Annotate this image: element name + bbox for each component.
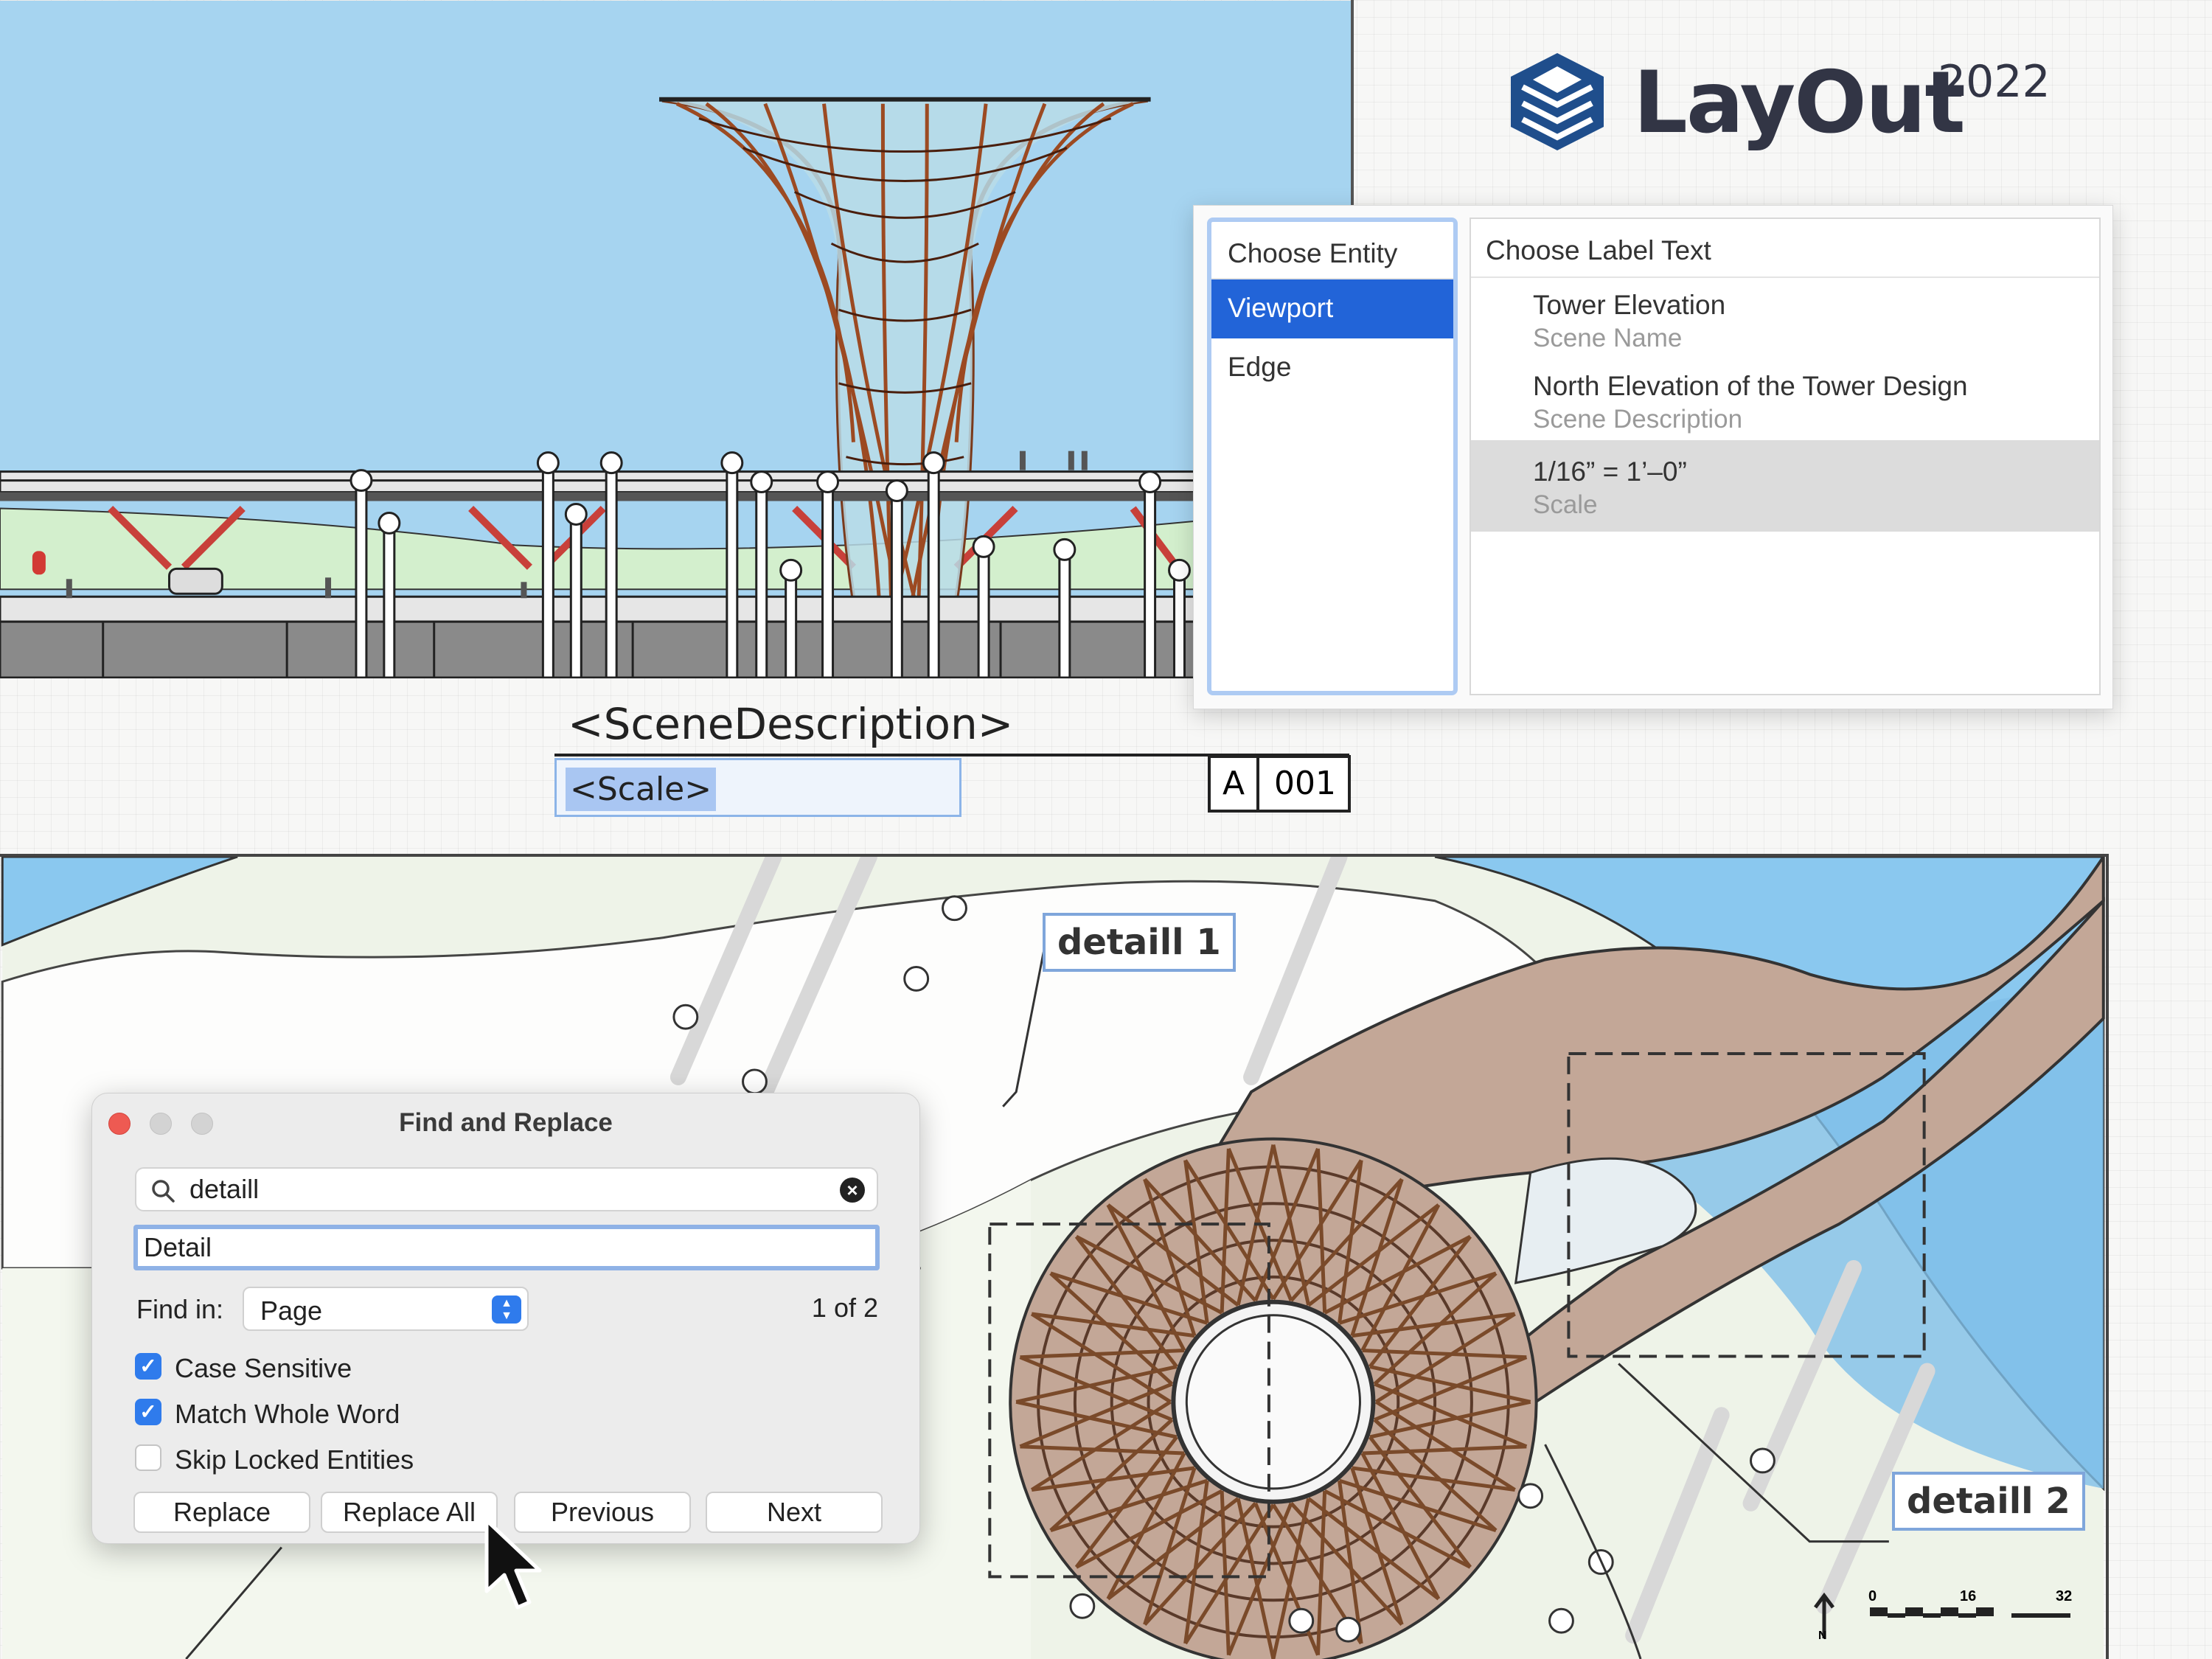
brand-year: 2022 bbox=[1938, 56, 2051, 108]
skip-locked-label: Skip Locked Entities bbox=[175, 1444, 414, 1475]
label-option-key: Scene Description bbox=[1533, 405, 1743, 434]
entity-item-edge[interactable]: Edge bbox=[1211, 338, 1453, 397]
label-option-value: Tower Elevation bbox=[1533, 290, 1726, 320]
scale-tick-16: 16 bbox=[1960, 1588, 1977, 1604]
label-option-scale[interactable]: 1/16” = 1’–0” Scale bbox=[1471, 440, 2099, 532]
entity-list: Choose Entity Viewport Edge bbox=[1207, 218, 1458, 695]
sheet-letter: A bbox=[1211, 758, 1259, 810]
scale-label-field[interactable]: <Scale> bbox=[554, 758, 961, 817]
scale-label-text: <Scale> bbox=[566, 768, 717, 811]
entity-item-viewport[interactable]: Viewport bbox=[1211, 279, 1453, 338]
label-option-scene-name[interactable]: Tower Elevation Scene Name bbox=[1471, 278, 2099, 359]
label-option-key: Scene Name bbox=[1533, 324, 1683, 352]
replace-input[interactable] bbox=[133, 1225, 880, 1270]
find-in-value: Page bbox=[260, 1295, 323, 1326]
scale-tick-32: 32 bbox=[2056, 1588, 2073, 1604]
tower-elevation-drawing bbox=[0, 1, 1351, 678]
match-count: 1 of 2 bbox=[811, 1293, 878, 1323]
match-whole-word-label: Match Whole Word bbox=[175, 1399, 400, 1429]
clear-search-icon[interactable]: × bbox=[840, 1178, 865, 1203]
replace-all-button[interactable]: Replace All bbox=[321, 1492, 498, 1533]
find-replace-dialog: Find and Replace × Find in: Page ▲▼ 1 of… bbox=[91, 1093, 920, 1544]
label-option-value: 1/16” = 1’–0” bbox=[1533, 456, 1687, 487]
north-label: N bbox=[1818, 1630, 1827, 1642]
label-text-popup: Choose Entity Viewport Edge Choose Label… bbox=[1193, 205, 2113, 709]
entity-list-header: Choose Entity bbox=[1211, 222, 1453, 279]
brand-header: LayOut 2022 bbox=[1508, 44, 2068, 162]
case-sensitive-checkbox[interactable]: ✓ bbox=[135, 1353, 161, 1380]
next-button[interactable]: Next bbox=[706, 1492, 883, 1533]
mouse-pointer-icon bbox=[484, 1518, 542, 1610]
search-input[interactable] bbox=[189, 1169, 824, 1210]
elevation-viewport[interactable] bbox=[0, 0, 1354, 678]
layout-stack-logo-icon bbox=[1511, 53, 1604, 150]
scale-bar: N 0 16 32 bbox=[1812, 1585, 2078, 1644]
search-field[interactable]: × bbox=[135, 1167, 878, 1211]
label-option-key: Scale bbox=[1533, 490, 1598, 519]
find-in-label: Find in: bbox=[136, 1294, 224, 1324]
label-text-list: Choose Label Text Tower Elevation Scene … bbox=[1470, 218, 2101, 695]
dialog-titlebar[interactable]: Find and Replace bbox=[92, 1093, 919, 1152]
detail-tag-2[interactable]: detaill 2 bbox=[1892, 1472, 2085, 1531]
detail-tag-1[interactable]: detaill 1 bbox=[1043, 913, 1236, 972]
dialog-title: Find and Replace bbox=[399, 1108, 613, 1137]
scale-tick-0: 0 bbox=[1868, 1588, 1877, 1604]
search-icon bbox=[152, 1180, 175, 1203]
match-whole-word-checkbox[interactable]: ✓ bbox=[135, 1399, 161, 1425]
case-sensitive-label: Case Sensitive bbox=[175, 1353, 352, 1383]
label-option-value: North Elevation of the Tower Design bbox=[1533, 371, 1968, 401]
sheet-number-box: A 001 bbox=[1208, 755, 1351, 813]
sheet-number: 001 bbox=[1274, 765, 1336, 802]
replace-button[interactable]: Replace bbox=[133, 1492, 310, 1533]
scene-description-label[interactable]: <SceneDescription> bbox=[568, 699, 1013, 749]
find-in-select[interactable]: Page ▲ ▼ bbox=[243, 1287, 529, 1331]
label-option-scene-description[interactable]: North Elevation of the Tower Design Scen… bbox=[1471, 359, 2099, 440]
brand-name: LayOut bbox=[1633, 53, 1966, 153]
select-arrows-icon: ▲ ▼ bbox=[492, 1295, 521, 1324]
skip-locked-checkbox[interactable] bbox=[135, 1444, 161, 1471]
north-arrow-icon bbox=[1814, 1592, 2070, 1638]
label-text-header: Choose Label Text bbox=[1471, 219, 2099, 278]
